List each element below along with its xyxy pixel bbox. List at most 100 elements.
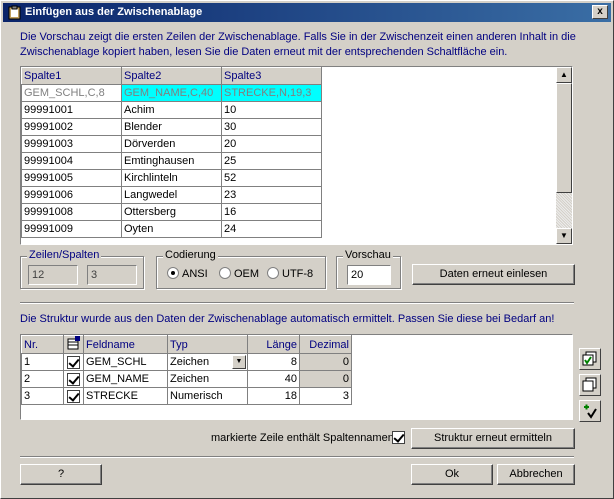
structure-cell-typ[interactable]: Numerisch [167,387,248,405]
close-button[interactable]: x [592,5,608,19]
preview-row[interactable]: 99991002 Blender 30 [21,118,322,136]
structure-grid[interactable]: Nr. Feldname Typ Länge Dezimal 1 GEM_SCH… [20,334,573,420]
preview-row[interactable]: 99991009 Oyten 24 [21,220,322,238]
toggle-selection-button[interactable] [579,400,601,422]
help-button[interactable]: ? [20,464,102,485]
structure-cell-laenge[interactable]: 40 [247,370,300,388]
ok-button[interactable]: Ok [411,464,493,485]
radio-label: ANSI [182,268,208,280]
preview-col-header[interactable]: Spalte2 [121,67,222,85]
preview-cell[interactable]: Emtinghausen [121,152,222,170]
structure-row[interactable]: 2 GEM_NAME Zeichen 40 0 [21,370,352,388]
preview-cell[interactable]: 99991003 [21,135,122,153]
preview-cell[interactable]: 52 [221,169,322,187]
preview-row[interactable]: 99991005 Kirchlinteln 52 [21,169,322,187]
scroll-down-button[interactable]: ▼ [556,228,572,244]
deselect-all-button[interactable] [579,374,601,396]
preview-cell[interactable]: 99991004 [21,152,122,170]
preview-cell[interactable]: 99991002 [21,118,122,136]
preview-row[interactable]: 99991001 Achim 10 [21,101,322,119]
preview-cell[interactable]: 20 [221,135,322,153]
preview-col-header[interactable]: Spalte3 [221,67,322,85]
structure-cell-feldname[interactable]: STRECKE [83,387,168,405]
preview-cell[interactable]: 23 [221,186,322,204]
preview-cell[interactable]: Dörverden [121,135,222,153]
structure-row[interactable]: 1 GEM_SCHL Zeichen ▼ 8 0 [21,353,352,371]
structure-cell-nr[interactable]: 2 [21,370,64,388]
select-all-button[interactable] [579,348,601,370]
cancel-button[interactable]: Abbrechen [497,464,575,485]
title-bar[interactable]: Einfügen aus der Zwischenablage x [3,3,611,22]
header-row-checkbox[interactable] [392,431,405,444]
preview-cell[interactable]: 99991006 [21,186,122,204]
scroll-up-button[interactable]: ▲ [556,67,572,83]
preview-cell[interactable]: 99991008 [21,203,122,221]
preview-cell[interactable]: Ottersberg [121,203,222,221]
structure-cell-nr[interactable]: 1 [21,353,64,371]
redetect-structure-button[interactable]: Struktur erneut ermitteln [411,428,575,449]
preview-cell[interactable]: STRECKE,N,19,3 [221,84,322,102]
structure-col-laenge[interactable]: Länge [247,335,300,354]
structure-cell-include[interactable] [63,353,84,371]
preview-count-input[interactable]: 20 [347,265,391,285]
preview-cell[interactable]: 99991009 [21,220,122,238]
structure-cell-dezimal[interactable]: 3 [299,387,352,405]
radio-label: UTF-8 [282,268,314,280]
include-field-checkbox[interactable] [67,355,80,369]
preview-cell[interactable]: Langwedel [121,186,222,204]
preview-cell[interactable]: GEM_SCHL,C,8 [21,84,122,102]
preview-row[interactable]: 99991003 Dörverden 20 [21,135,322,153]
preview-row[interactable]: 99991006 Langwedel 23 [21,186,322,204]
structure-cell-typ[interactable]: Zeichen [167,370,248,388]
radio-icon [219,267,231,279]
preview-cell[interactable]: 99991005 [21,169,122,187]
structure-row[interactable]: 3 STRECKE Numerisch 18 3 [21,387,352,405]
preview-scrollbar[interactable]: ▲ ▼ [556,67,572,244]
structure-col-dezimal[interactable]: Dezimal [299,335,352,354]
structure-cell-laenge[interactable]: 18 [247,387,300,405]
structure-cell-include[interactable] [63,370,84,388]
structure-info-text: Die Struktur wurde aus den Daten der Zwi… [20,313,555,325]
preview-cell[interactable]: 25 [221,152,322,170]
preview-cell[interactable]: 30 [221,118,322,136]
structure-cell-include[interactable] [63,387,84,405]
preview-cell[interactable]: Blender [121,118,222,136]
structure-cell-feldname[interactable]: GEM_SCHL [83,353,168,371]
preview-cell[interactable]: Oyten [121,220,222,238]
structure-cell-feldname[interactable]: GEM_NAME [83,370,168,388]
structure-cell-dezimal[interactable]: 0 [299,370,352,388]
encoding-legend: Codierung [163,249,218,261]
include-field-checkbox[interactable] [67,372,80,386]
structure-col-feldname[interactable]: Feldname [83,335,168,354]
preview-header-row[interactable]: GEM_SCHL,C,8 GEM_NAME,C,40 STRECKE,N,19,… [21,84,322,102]
preview-cell[interactable]: Achim [121,101,222,119]
encoding-radio-utf8[interactable]: UTF-8 [267,267,313,280]
preview-cell[interactable]: 16 [221,203,322,221]
structure-col-nr[interactable]: Nr. [21,335,64,354]
structure-cell-typ[interactable]: Zeichen ▼ [167,353,248,371]
radio-label: OEM [234,268,260,280]
preview-col-header[interactable]: Spalte1 [21,67,122,85]
scroll-thumb[interactable] [556,83,572,193]
reload-data-button[interactable]: Daten erneut einlesen [412,264,575,285]
preview-cell[interactable]: 99991001 [21,101,122,119]
structure-col-typ[interactable]: Typ [167,335,248,354]
structure-cell-nr[interactable]: 3 [21,387,64,405]
preview-cell[interactable]: 24 [221,220,322,238]
include-field-checkbox[interactable] [67,389,80,403]
arrow-down-icon: ▼ [560,231,568,240]
structure-cell-dezimal[interactable]: 0 [299,353,352,371]
preview-grid[interactable]: Spalte1 Spalte2 Spalte3 GEM_SCHL,C,8 GEM… [20,66,573,245]
structure-col-select[interactable] [63,335,84,354]
encoding-radio-ansi[interactable]: ANSI [167,267,208,280]
encoding-radio-oem[interactable]: OEM [219,267,259,280]
type-dropdown-button[interactable]: ▼ [232,355,246,369]
structure-cell-laenge[interactable]: 8 [247,353,300,371]
preview-cell[interactable]: 10 [221,101,322,119]
rows-cols-legend: Zeilen/Spalten [27,249,102,261]
uncheck-all-icon [582,377,597,392]
preview-cell[interactable]: Kirchlinteln [121,169,222,187]
preview-row[interactable]: 99991008 Ottersberg 16 [21,203,322,221]
preview-cell[interactable]: GEM_NAME,C,40 [121,84,222,102]
preview-row[interactable]: 99991004 Emtinghausen 25 [21,152,322,170]
